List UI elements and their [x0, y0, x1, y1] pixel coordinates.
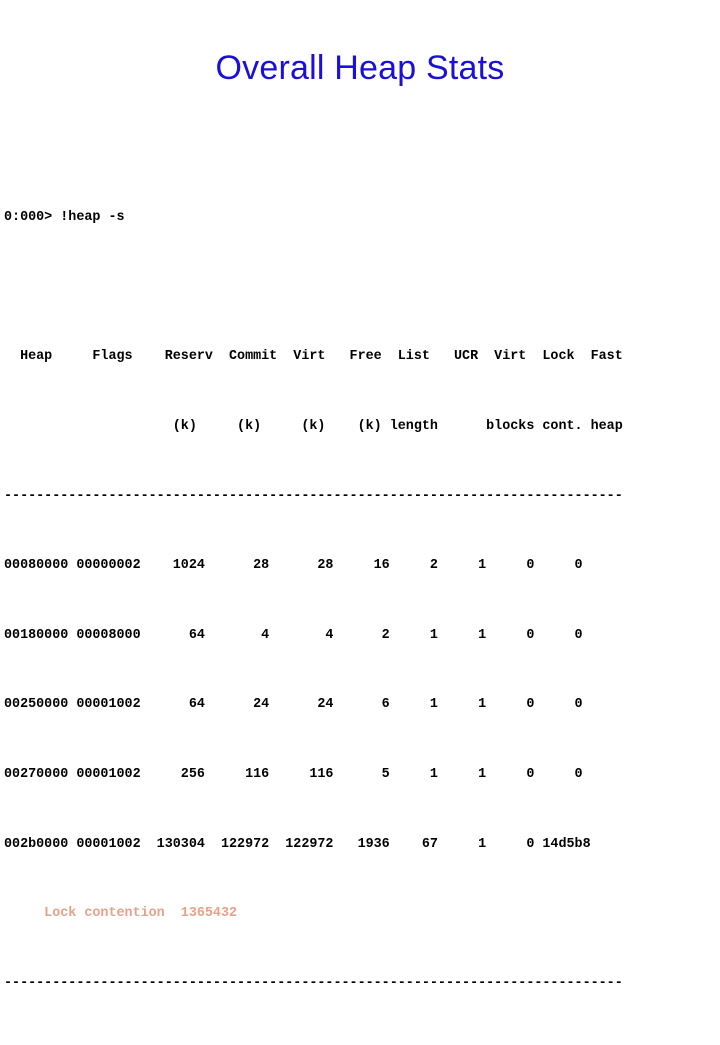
table-row: 00270000 00001002 256 116 116 5 1 1 0 0	[4, 767, 583, 783]
slide-canvas: Overall Heap Stats 0:000> !heap -s Heap …	[0, 0, 720, 991]
table-header-row-2: (k) (k) (k) (k) length blocks cont. heap	[4, 419, 631, 435]
table-row: 00080000 00000002 1024 28 28 16 2 1 0 0	[4, 558, 583, 574]
lock-contention-line: Lock contention 1365432	[4, 906, 238, 922]
blank-line-1	[4, 279, 720, 296]
table-header-row-1: Heap Flags Reserv Commit Virt Free List …	[4, 349, 631, 365]
header-separator-rule: ----------------------------------------…	[4, 488, 623, 504]
footer-separator-rule: ----------------------------------------…	[4, 975, 623, 991]
debugger-prompt-line: 0:000> !heap -s	[4, 210, 125, 226]
debugger-console-output: 0:000> !heap -s Heap Flags Reserv Commit…	[4, 157, 720, 1045]
page-title: Overall Heap Stats	[215, 49, 505, 87]
table-row: 00250000 00001002 64 24 24 6 1 1 0 0	[4, 697, 583, 713]
table-row: 00180000 00008000 64 4 4 2 1 1 0 0	[4, 627, 583, 643]
table-row: 002b0000 00001002 130304 122972 122972 1…	[4, 836, 591, 852]
